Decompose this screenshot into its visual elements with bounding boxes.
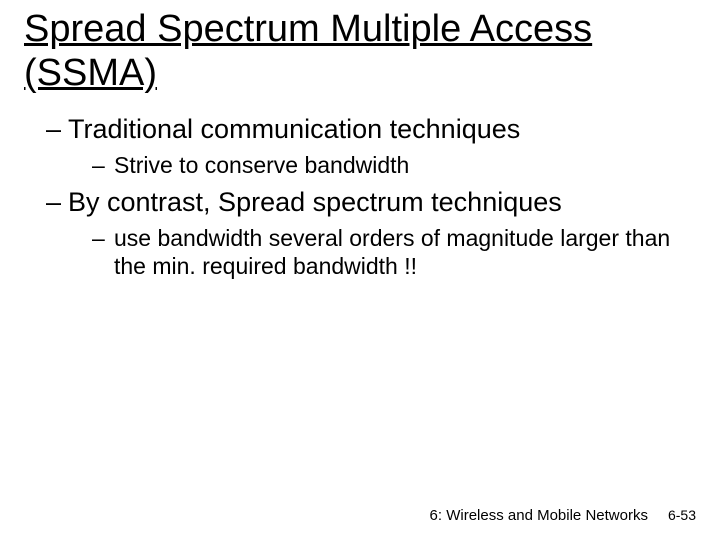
dash-icon: – [92,224,114,253]
dash-icon: – [46,113,68,147]
bullet-text: By contrast, Spread spectrum techniques [68,187,562,217]
slide-title: Spread Spectrum Multiple Access (SSMA) [24,8,696,95]
bullet-text: use bandwidth several orders of magnitud… [114,225,670,280]
bullet-text: Strive to conserve bandwidth [114,152,409,178]
footer-chapter: 6: Wireless and Mobile Networks [430,507,648,524]
bullet-level1: –Traditional communication techniques [24,113,696,147]
dash-icon: – [46,186,68,220]
slide-footer: 6: Wireless and Mobile Networks 6-53 [430,507,696,524]
dash-icon: – [92,151,114,180]
footer-page-number: 6-53 [668,507,696,523]
bullet-text: Traditional communication techniques [68,114,520,144]
bullet-level2: –Strive to conserve bandwidth [24,151,696,180]
bullet-level1: –By contrast, Spread spectrum techniques [24,186,696,220]
slide: Spread Spectrum Multiple Access (SSMA) –… [0,0,720,540]
bullet-level2: –use bandwidth several orders of magnitu… [24,224,696,282]
